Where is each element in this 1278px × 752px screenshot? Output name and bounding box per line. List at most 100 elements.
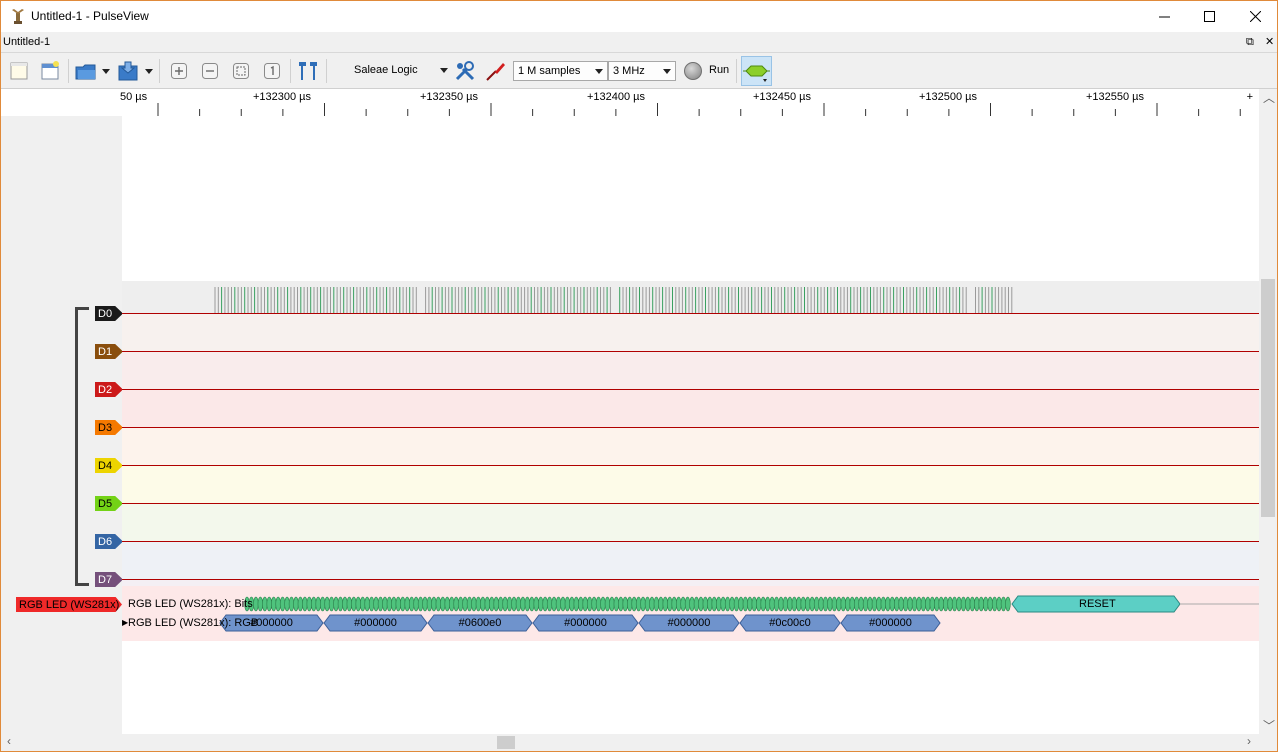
add-decoder-button[interactable]	[741, 56, 772, 86]
decoder-bit-mark[interactable]	[328, 596, 335, 612]
decoder-bit-mark[interactable]	[480, 596, 486, 612]
vertical-scroll-thumb[interactable]	[1261, 279, 1275, 517]
decoder-bit-mark[interactable]	[809, 596, 815, 612]
close-tab-icon[interactable]: ✕	[1265, 36, 1274, 48]
decoder-bit-mark[interactable]	[684, 596, 691, 612]
channel-label-d4[interactable]: D4	[95, 458, 123, 473]
horizontal-scrollbar[interactable]: ‹ ›	[1, 734, 1277, 751]
decoder-bit-mark[interactable]	[426, 596, 433, 612]
decoder-bit-mark[interactable]	[484, 596, 490, 612]
decoder-bit-mark[interactable]	[974, 596, 980, 612]
decoder-bit-mark[interactable]	[471, 596, 477, 612]
decoder-bit-mark[interactable]	[293, 596, 299, 612]
decoder-bit-mark[interactable]	[925, 596, 931, 612]
decoder-bit-mark[interactable]	[506, 596, 513, 612]
decoder-bit-mark[interactable]	[284, 596, 290, 612]
decoder-bit-mark[interactable]	[880, 596, 887, 612]
decoder-bit-mark[interactable]	[960, 596, 967, 612]
decoder-bit-mark[interactable]	[929, 596, 935, 612]
decoder-bit-mark[interactable]	[893, 596, 900, 612]
decoder-bit-mark[interactable]	[622, 596, 628, 612]
decoder-bit-mark[interactable]	[422, 596, 428, 612]
decoder-bit-mark[interactable]	[764, 596, 771, 612]
decoder-bit-mark[interactable]	[987, 596, 993, 612]
scroll-up-icon[interactable]: ︿	[1263, 89, 1275, 106]
channel-label-d3[interactable]: D3	[95, 420, 123, 435]
decoder-bit-mark[interactable]	[613, 596, 620, 612]
decoder-bit-mark[interactable]	[804, 596, 811, 612]
new-view-button[interactable]	[38, 59, 62, 83]
decoder-bit-mark[interactable]	[640, 596, 646, 612]
decoder-bit-mark[interactable]	[658, 596, 664, 612]
decoder-bit-mark[interactable]	[324, 596, 330, 612]
zoom-in-button[interactable]	[167, 59, 191, 83]
decoder-bit-mark[interactable]	[360, 596, 366, 612]
decoder-bit-mark[interactable]	[934, 596, 940, 612]
decoder-bit-mark[interactable]	[417, 596, 424, 612]
decoder-bit-mark[interactable]	[920, 596, 927, 612]
decoder-bit-mark[interactable]	[867, 596, 873, 612]
run-status-icon[interactable]	[684, 62, 702, 80]
decoder-bit-mark[interactable]	[377, 596, 384, 612]
decoder-bit-mark[interactable]	[627, 596, 633, 612]
decoder-bit-mark[interactable]	[515, 596, 522, 612]
channel-label-d5[interactable]: D5	[95, 496, 123, 511]
decoder-bit-mark[interactable]	[649, 596, 655, 612]
decoder-bit-mark[interactable]	[840, 596, 846, 612]
run-button[interactable]: Run	[709, 64, 729, 76]
decoder-bit-mark[interactable]	[475, 596, 482, 612]
decoder-bit-mark[interactable]	[858, 596, 864, 612]
decoder-bit-mark[interactable]	[644, 596, 651, 612]
decoder-bit-mark[interactable]	[800, 596, 806, 612]
decoder-bit-mark[interactable]	[698, 596, 704, 612]
restore-tab-icon[interactable]: ⧉	[1246, 36, 1254, 48]
decoder-bit-mark[interactable]	[404, 596, 410, 612]
sample-count-selector[interactable]: 1 M samples	[513, 61, 608, 81]
decoder-bit-mark[interactable]	[769, 596, 775, 612]
decoder-bit-mark[interactable]	[391, 596, 397, 612]
decoder-bit-mark[interactable]	[364, 596, 370, 612]
decoder-bit-mark[interactable]	[302, 596, 308, 612]
decoder-bit-mark[interactable]	[431, 596, 437, 612]
decoder-bit-mark[interactable]	[978, 596, 984, 612]
trace-canvas[interactable]: RGB LED (WS281x): Bits ▶ RGB LED (WS281x…	[122, 116, 1259, 734]
probe-config-button[interactable]	[484, 59, 508, 83]
decoder-bit-mark[interactable]	[457, 596, 464, 612]
decoder-bit-mark[interactable]	[702, 596, 709, 612]
decoder-bit-mark[interactable]	[493, 596, 499, 612]
decoder-bit-mark[interactable]	[520, 596, 526, 612]
save-button[interactable]	[117, 59, 141, 83]
decoder-bit-mark[interactable]	[618, 596, 624, 612]
decoder-bit-mark[interactable]	[956, 596, 962, 612]
zoom-one-to-one-button[interactable]	[260, 59, 284, 83]
zoom-fit-button[interactable]	[229, 59, 253, 83]
decoder-bit-mark[interactable]	[546, 596, 553, 612]
decoder-bit-mark[interactable]	[675, 596, 682, 612]
device-settings-button[interactable]	[453, 59, 477, 83]
decoder-bit-mark[interactable]	[693, 596, 700, 612]
decoder-bit-mark[interactable]	[760, 596, 766, 612]
decoder-bit-mark[interactable]	[578, 596, 584, 612]
decoder-bit-mark[interactable]	[524, 596, 531, 612]
decoder-bit-mark[interactable]	[635, 596, 642, 612]
decoder-bit-mark[interactable]	[582, 596, 588, 612]
decoder-bit-mark[interactable]	[671, 596, 677, 612]
decoder-bit-mark[interactable]	[813, 596, 820, 612]
decoder-bit-mark[interactable]	[444, 596, 450, 612]
decoder-label[interactable]: RGB LED (WS281x)	[16, 597, 122, 612]
close-button[interactable]	[1232, 1, 1278, 32]
save-menu-caret-icon[interactable]	[145, 69, 153, 74]
decoder-bit-mark[interactable]	[662, 596, 668, 612]
decoder-bit-mark[interactable]	[306, 596, 313, 612]
channel-label-d6[interactable]: D6	[95, 534, 123, 549]
decoder-bit-mark[interactable]	[279, 596, 286, 612]
decoder-bit-mark[interactable]	[351, 596, 357, 612]
decoder-bit-mark[interactable]	[845, 596, 851, 612]
decoder-bit-mark[interactable]	[822, 596, 829, 612]
channel-label-d2[interactable]: D2	[95, 382, 123, 397]
decoder-bit-mark[interactable]	[862, 596, 869, 612]
channel-label-d7[interactable]: D7	[95, 572, 123, 587]
decoder-bit-mark[interactable]	[876, 596, 882, 612]
decoder-bit-mark[interactable]	[827, 596, 833, 612]
decoder-bit-mark[interactable]	[796, 596, 802, 612]
